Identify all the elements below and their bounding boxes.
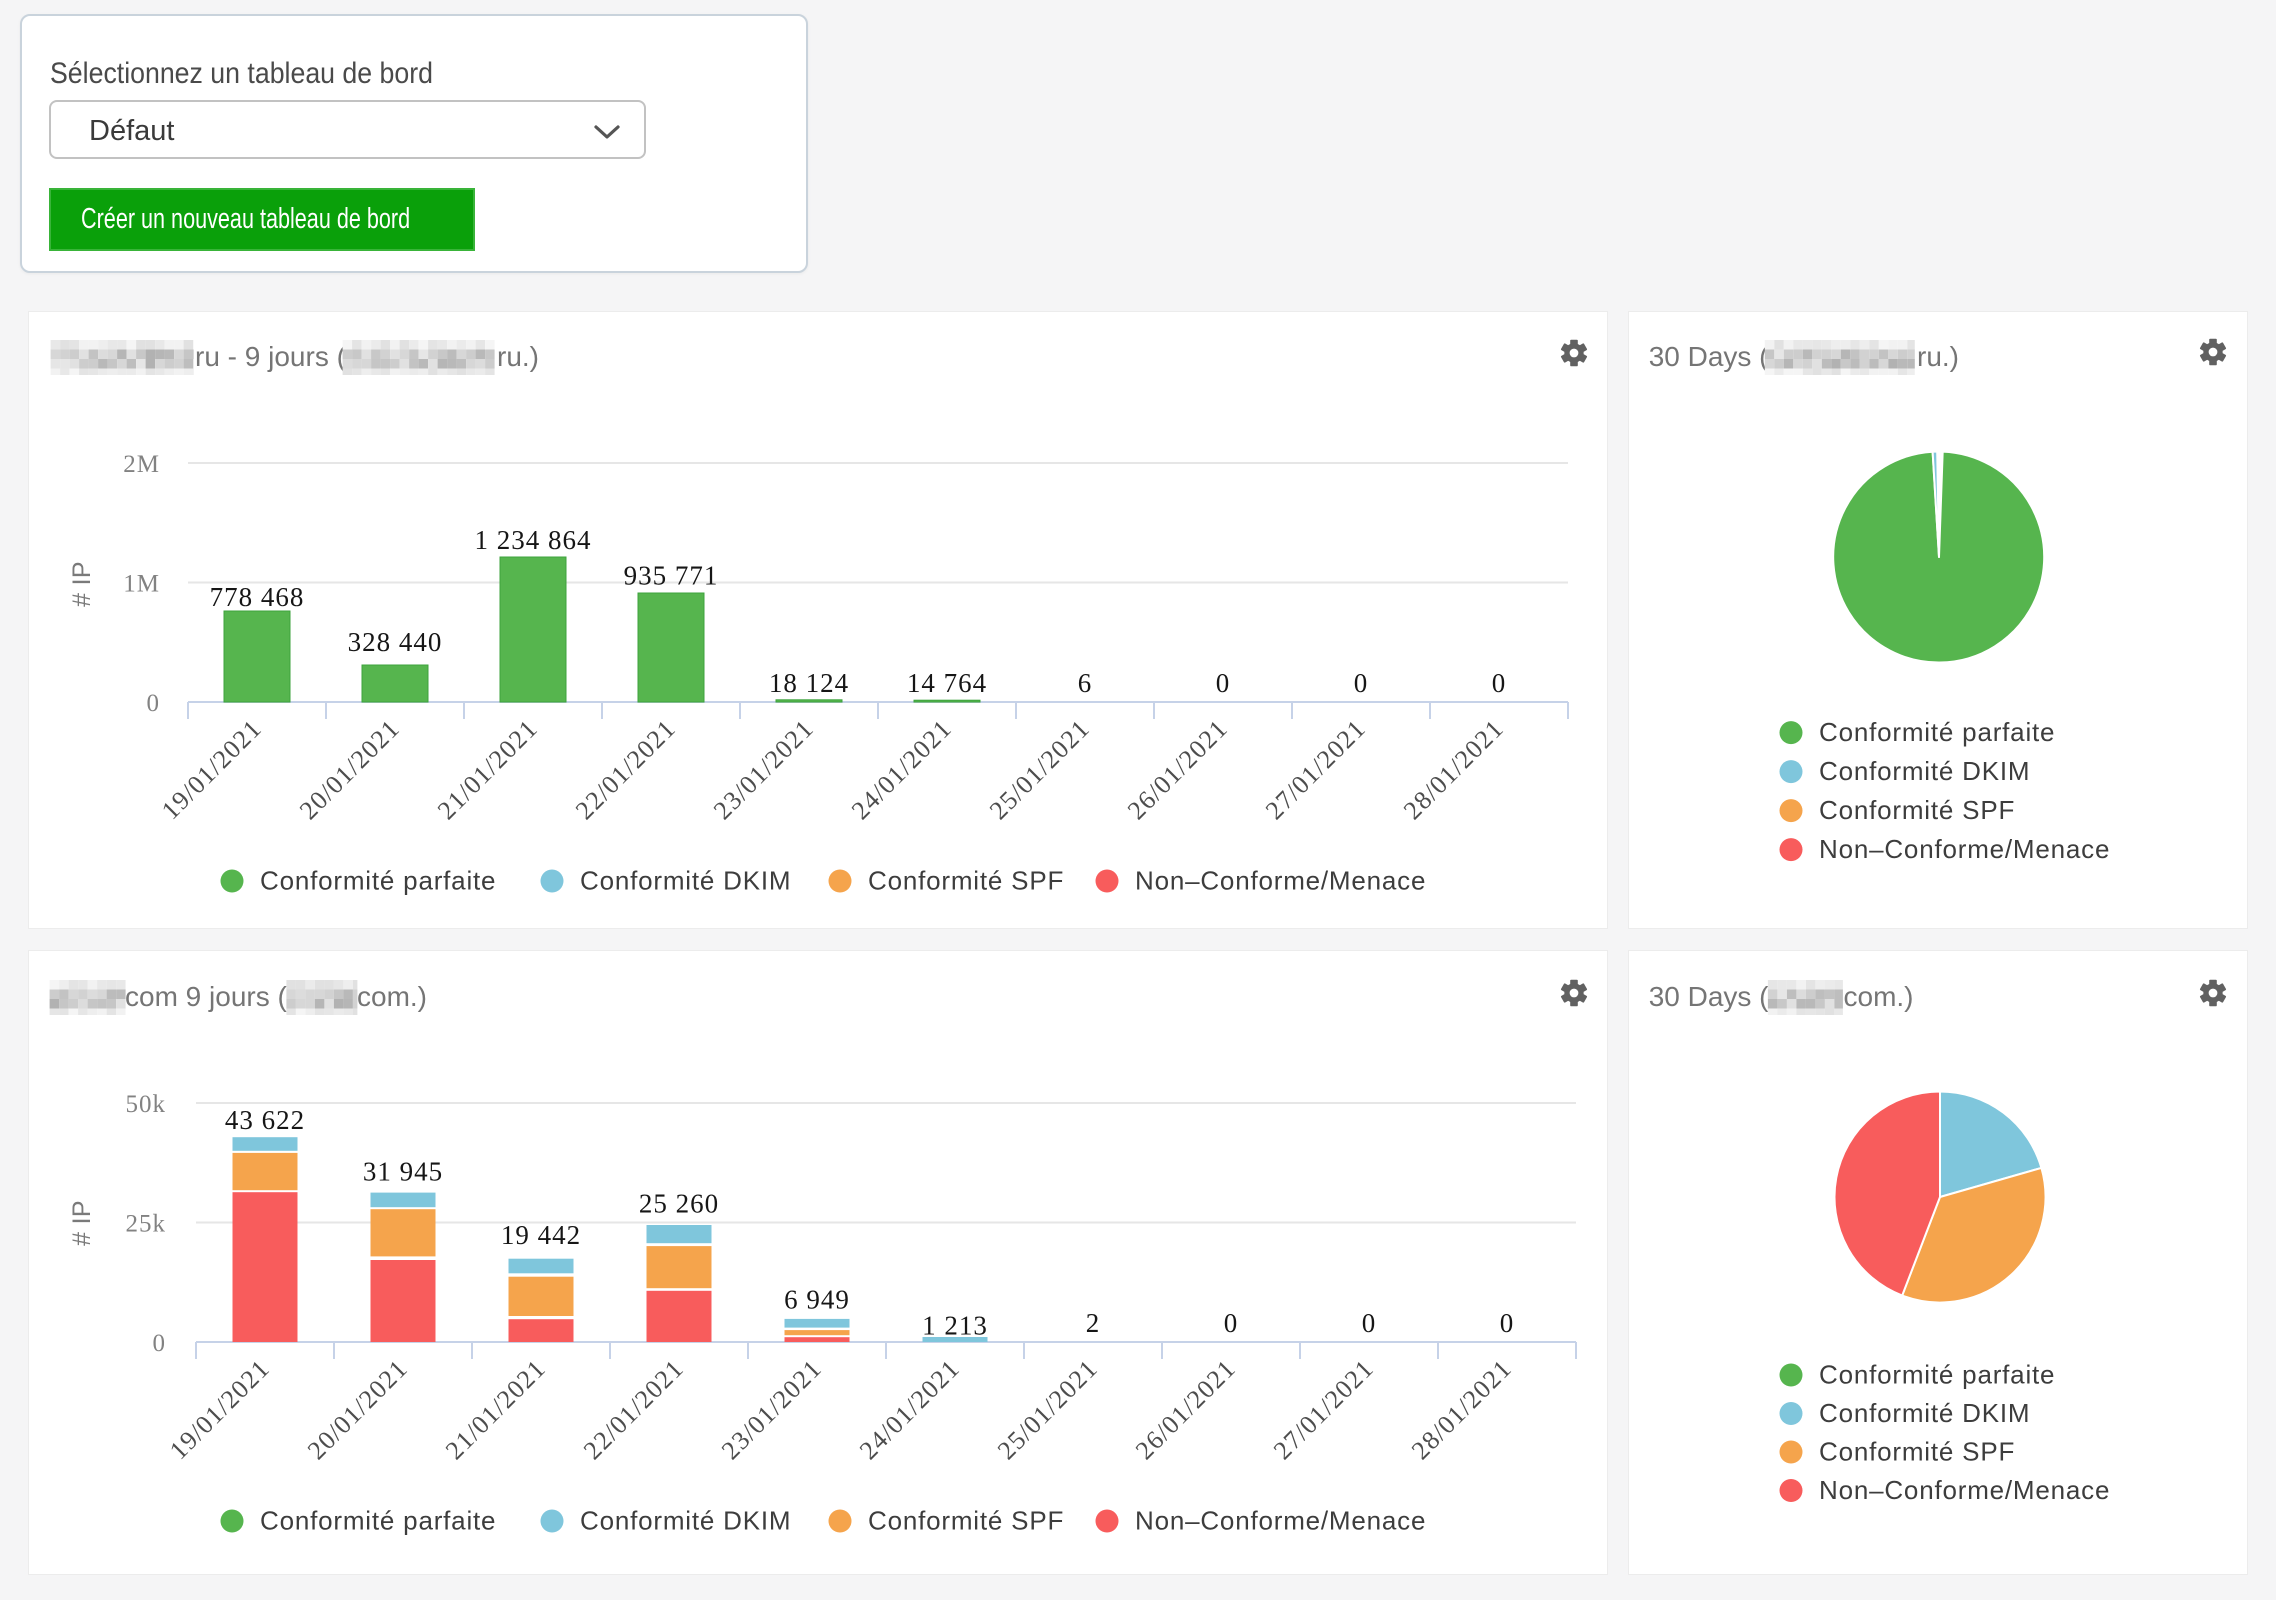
svg-text:328 440: 328 440: [348, 627, 443, 657]
svg-text:27/01/2021: 27/01/2021: [1260, 714, 1371, 825]
svg-text:23/01/2021: 23/01/2021: [716, 1354, 827, 1465]
svg-text:21/01/2021: 21/01/2021: [432, 714, 543, 825]
svg-text:0: 0: [1500, 1308, 1515, 1338]
svg-text:Conformité SPF: Conformité SPF: [868, 1506, 1064, 1536]
svg-text:23/01/2021: 23/01/2021: [708, 714, 819, 825]
svg-text:0: 0: [1362, 1308, 1377, 1338]
svg-text:Conformité SPF: Conformité SPF: [1819, 795, 2015, 825]
svg-text:0: 0: [147, 690, 161, 717]
svg-text:com.): com.): [1844, 981, 1914, 1012]
svg-text:Conformité DKIM: Conformité DKIM: [580, 1506, 791, 1536]
svg-text:18 124: 18 124: [769, 668, 849, 698]
svg-text:21/01/2021: 21/01/2021: [440, 1354, 551, 1465]
svg-text:0: 0: [1492, 668, 1507, 698]
svg-text:43 622: 43 622: [225, 1105, 305, 1135]
svg-text:28/01/2021: 28/01/2021: [1406, 1354, 1517, 1465]
svg-text:50k: 50k: [126, 1091, 167, 1118]
svg-text:Non–Conforme/Menace: Non–Conforme/Menace: [1135, 866, 1426, 896]
svg-text:6 949: 6 949: [784, 1285, 850, 1315]
svg-text:0: 0: [1216, 668, 1231, 698]
svg-text:25 260: 25 260: [639, 1188, 719, 1218]
svg-text:Non–Conforme/Menace: Non–Conforme/Menace: [1819, 1475, 2110, 1505]
svg-text:Conformité parfaite: Conformité parfaite: [260, 1506, 496, 1536]
svg-text:19 442: 19 442: [501, 1220, 581, 1250]
svg-text:19/01/2021: 19/01/2021: [164, 1354, 275, 1465]
svg-text:Non–Conforme/Menace: Non–Conforme/Menace: [1135, 1506, 1426, 1536]
svg-text:6: 6: [1078, 668, 1093, 698]
svg-text:0: 0: [153, 1330, 167, 1357]
svg-text:# IP: # IP: [68, 1200, 96, 1246]
svg-text:25/01/2021: 25/01/2021: [984, 714, 1095, 825]
svg-text:Conformité parfaite: Conformité parfaite: [1819, 717, 2055, 747]
svg-text:Conformité DKIM: Conformité DKIM: [1819, 1398, 2030, 1428]
svg-text:# IP: # IP: [68, 561, 96, 607]
svg-text:1 234 864: 1 234 864: [475, 525, 592, 555]
svg-text:26/01/2021: 26/01/2021: [1130, 1354, 1241, 1465]
svg-text:Non–Conforme/Menace: Non–Conforme/Menace: [1819, 834, 2110, 864]
svg-text:24/01/2021: 24/01/2021: [846, 714, 957, 825]
svg-text:Conformité parfaite: Conformité parfaite: [260, 866, 496, 896]
svg-text:1M: 1M: [123, 571, 160, 598]
svg-text:24/01/2021: 24/01/2021: [854, 1354, 965, 1465]
svg-text:20/01/2021: 20/01/2021: [302, 1354, 413, 1465]
svg-text:0: 0: [1354, 668, 1369, 698]
svg-text:22/01/2021: 22/01/2021: [578, 1354, 689, 1465]
svg-text:ru - 9 jours (: ru - 9 jours (: [195, 341, 347, 372]
svg-text:Conformité DKIM: Conformité DKIM: [1819, 756, 2030, 786]
svg-text:0: 0: [1224, 1308, 1239, 1338]
svg-text:Conformité SPF: Conformité SPF: [868, 866, 1064, 896]
svg-text:20/01/2021: 20/01/2021: [294, 714, 405, 825]
svg-text:26/01/2021: 26/01/2021: [1122, 714, 1233, 825]
svg-text:ru.): ru.): [1917, 341, 1959, 372]
svg-text:935 771: 935 771: [624, 561, 719, 591]
svg-text:25/01/2021: 25/01/2021: [992, 1354, 1103, 1465]
svg-text:14 764: 14 764: [907, 668, 987, 698]
svg-text:Conformité parfaite: Conformité parfaite: [1819, 1360, 2055, 1390]
svg-text:2M: 2M: [123, 451, 160, 478]
svg-text:1 213: 1 213: [922, 1310, 988, 1340]
svg-text:2: 2: [1086, 1308, 1101, 1338]
svg-text:31 945: 31 945: [363, 1157, 443, 1187]
svg-text:27/01/2021: 27/01/2021: [1268, 1354, 1379, 1465]
svg-text:19/01/2021: 19/01/2021: [156, 714, 267, 825]
svg-text:25k: 25k: [126, 1211, 167, 1238]
svg-text:22/01/2021: 22/01/2021: [570, 714, 681, 825]
svg-text:30 Days (: 30 Days (: [1649, 341, 1769, 372]
svg-text:778 468: 778 468: [210, 582, 305, 612]
svg-text:ru.): ru.): [497, 341, 539, 372]
svg-text:Conformité DKIM: Conformité DKIM: [580, 866, 791, 896]
svg-text:com.): com.): [357, 981, 427, 1012]
svg-text:30 Days (: 30 Days (: [1649, 981, 1769, 1012]
svg-text:com 9 jours (: com 9 jours (: [125, 981, 287, 1012]
svg-text:Conformité SPF: Conformité SPF: [1819, 1437, 2015, 1467]
svg-text:28/01/2021: 28/01/2021: [1398, 714, 1509, 825]
